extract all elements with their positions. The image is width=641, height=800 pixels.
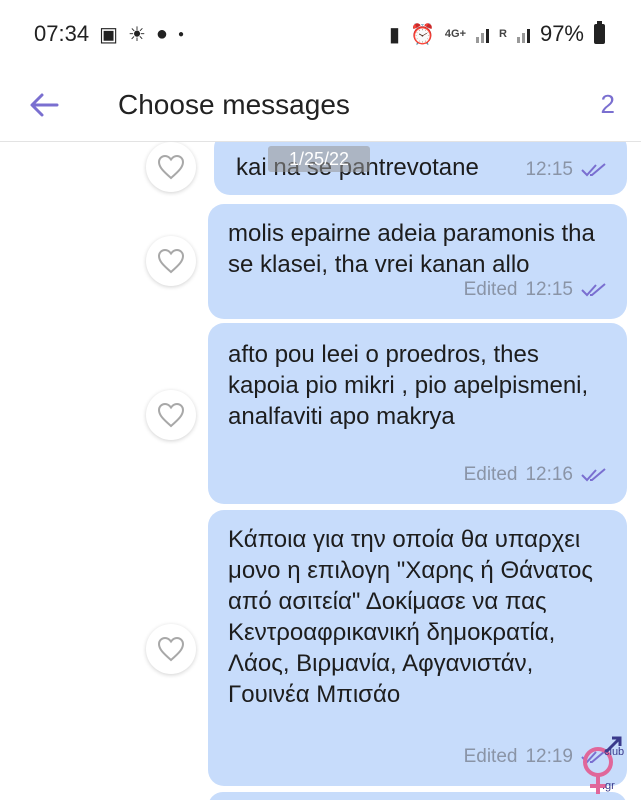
watermark-logo: sex club .gr [560,728,638,800]
message-bubble[interactable]: molis epairne adeia paramonis tha se kla… [208,204,627,319]
battery-icon [594,21,605,44]
status-right: ▮ ⏰ 4G+ R 97% [389,21,605,47]
message-text: Κάποια για την οποία θα υπαρχει μονο η ε… [228,526,593,708]
arrow-left-icon [30,93,59,116]
gallery-icon: ▣ [99,23,118,46]
message-time: 12:15 [525,279,573,300]
heart-icon [157,402,185,428]
heart-icon [157,248,185,274]
message-select-heart[interactable] [146,624,196,674]
back-button[interactable] [0,68,88,142]
battery-percent: 97% [539,21,584,46]
date-chip: 1/25/22 [268,146,370,172]
heart-icon [157,154,185,180]
message-list[interactable]: kai na se pantrevotane 12:15 molis epair… [0,142,641,800]
message-meta: Edited 12:15 [464,274,607,305]
selected-count: 2 [600,89,615,119]
double-check-icon [581,282,606,296]
bulb-icon: ● [155,22,168,45]
watermark-tld: .gr [602,780,615,792]
message-meta: Edited 12:16 [464,459,607,490]
double-check-icon [581,162,606,176]
alarm-icon: ⏰ [409,23,435,46]
double-check-icon [581,467,606,481]
dot-icon: ● [178,28,185,40]
roaming-indicator: R [499,28,507,40]
signal-icon-2 [516,25,530,43]
message-time: 12:16 [525,464,573,485]
signal-icon [476,25,489,43]
watermark-club: club [604,746,625,758]
message-text: afto pou leei o proedros, thes kapoia pi… [228,341,589,430]
message-meta: 12:15 [525,154,607,185]
page-title: Choose messages [118,88,350,120]
message-text: molis epairne adeia paramonis tha se kla… [228,220,595,278]
heart-icon [157,636,185,662]
clock: 07:34 [34,21,90,46]
message-bubble[interactable]: afto pou leei o proedros, thes kapoia pi… [208,323,627,504]
brightness-icon: ☀ [127,23,146,46]
message-select-heart[interactable] [146,142,196,192]
status-left: 07:34 ▣ ☀ ● ● [34,21,184,47]
message-select-heart[interactable] [146,236,196,286]
message-time: 12:15 [525,159,573,180]
app-bar: Choose messages 2 [0,68,641,142]
battery-saver-icon: ▮ [388,23,400,46]
message-select-heart[interactable] [146,390,196,440]
edited-label: Edited [463,464,518,485]
network-type: 4G+ [444,28,466,40]
edited-label: Edited [463,279,518,300]
edited-label: Edited [463,746,518,767]
status-bar: 07:34 ▣ ☀ ● ● ▮ ⏰ 4G+ R 97% [0,0,641,68]
